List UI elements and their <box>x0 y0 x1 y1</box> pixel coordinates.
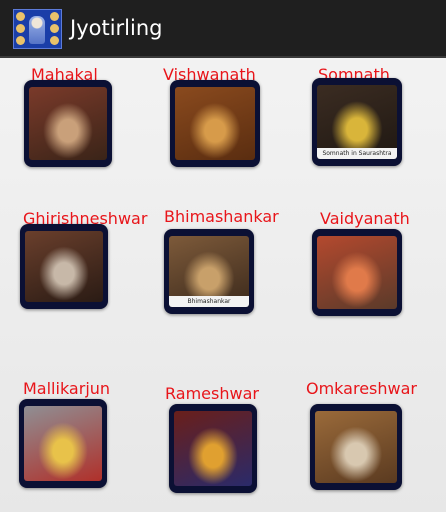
temple-photo <box>24 406 102 481</box>
temple-photo <box>25 231 103 302</box>
temple-photo <box>29 87 107 160</box>
temple-label-mallikarjun: Mallikarjun <box>23 379 111 398</box>
temple-thumbnail-ghirishneshwar[interactable] <box>20 224 108 309</box>
temple-label-omkareshwar: Omkareshwar <box>306 379 417 398</box>
temple-photo: Somnath in Saurashtra <box>317 85 397 159</box>
photo-caption: Somnath in Saurashtra <box>317 148 397 159</box>
action-bar: Jyotirling <box>0 0 446 58</box>
temple-thumbnail-rameshwar[interactable] <box>169 404 257 493</box>
temple-thumbnail-bhimashankar[interactable]: Bhimashankar <box>164 229 254 314</box>
temple-label-bhimashankar: Bhimashankar <box>164 207 279 226</box>
temple-thumbnail-vishwanath[interactable] <box>170 80 260 167</box>
photo-caption: Bhimashankar <box>169 296 249 307</box>
temple-thumbnail-omkareshwar[interactable] <box>310 404 402 490</box>
temple-thumbnail-mahakal[interactable] <box>24 80 112 167</box>
temple-photo <box>175 87 255 160</box>
temple-label-rameshwar: Rameshwar <box>165 384 259 403</box>
shiva-app-icon[interactable] <box>13 9 62 49</box>
temple-label-vaidyanath: Vaidyanath <box>320 209 410 228</box>
temple-thumbnail-vaidyanath[interactable] <box>312 229 402 316</box>
temple-photo: Bhimashankar <box>169 236 249 307</box>
temple-photo <box>174 411 252 486</box>
app-title: Jyotirling <box>70 16 163 40</box>
temple-thumbnail-mallikarjun[interactable] <box>19 399 107 488</box>
temple-photo <box>317 236 397 309</box>
temple-thumbnail-somnath[interactable]: Somnath in Saurashtra <box>312 78 402 166</box>
temple-photo <box>315 411 397 483</box>
